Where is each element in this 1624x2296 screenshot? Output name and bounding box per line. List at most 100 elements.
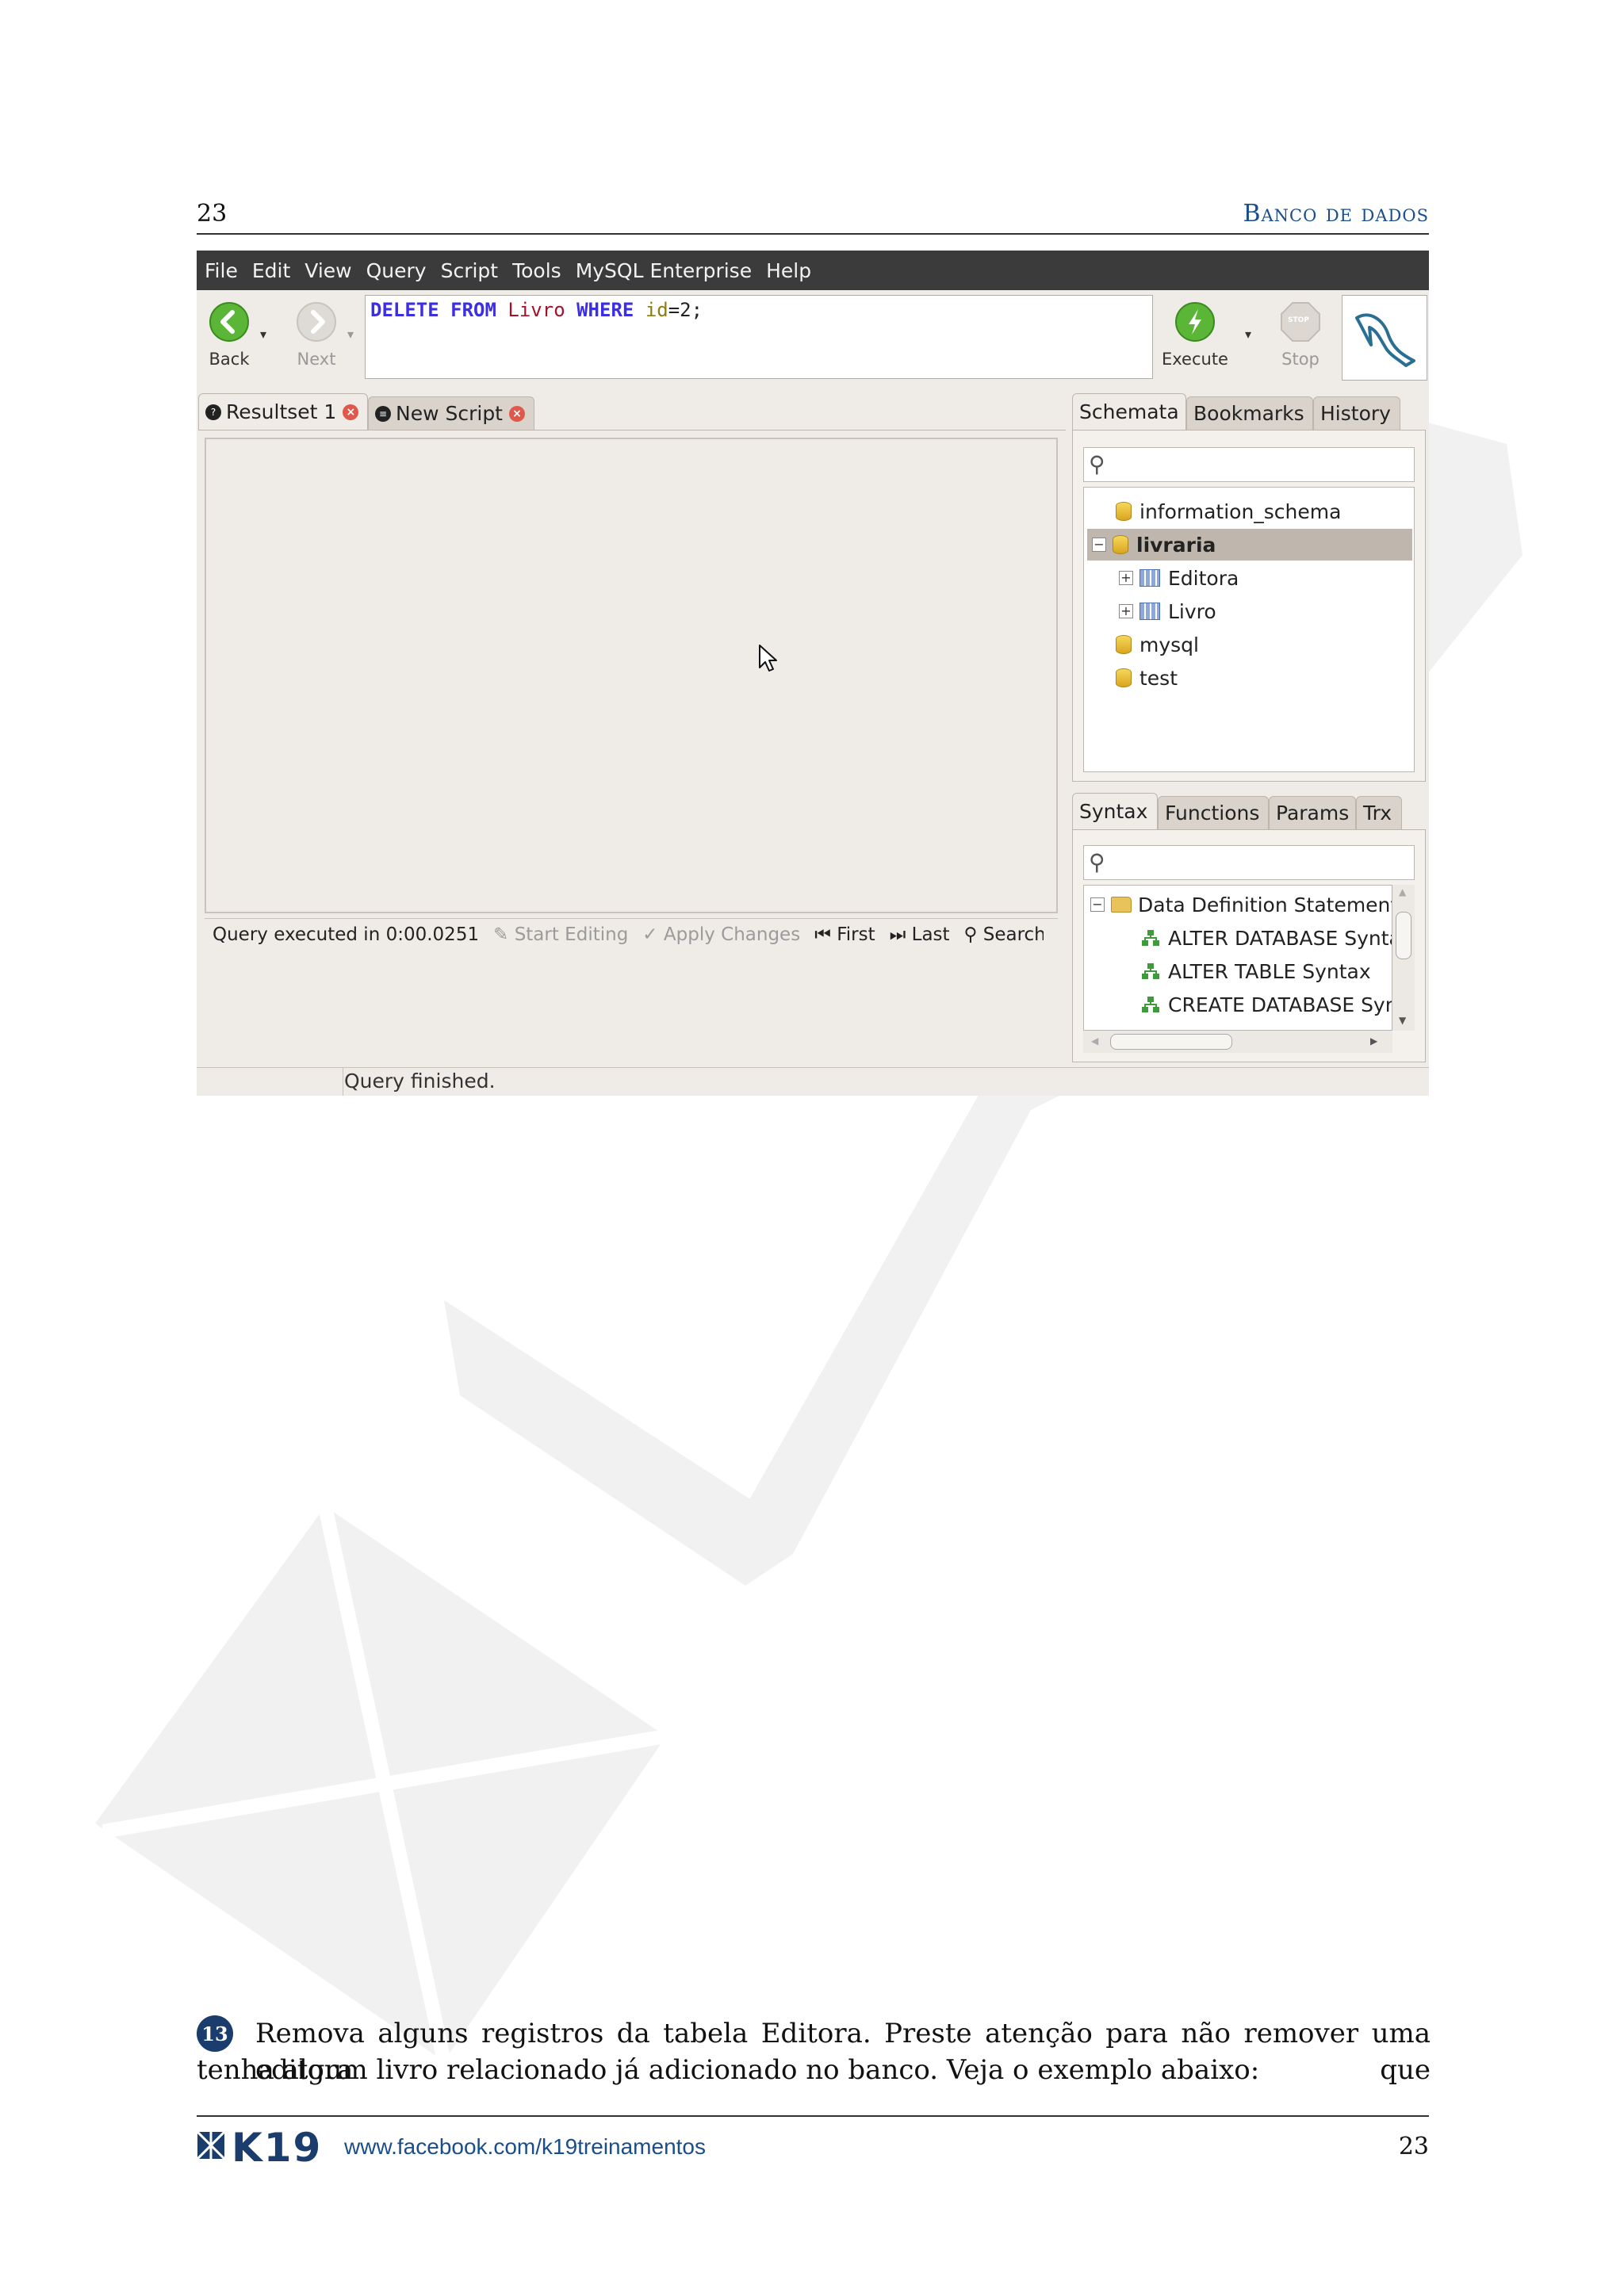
execute-dropdown-icon[interactable]: ▾ — [1245, 327, 1251, 342]
next-arrow-icon — [297, 302, 336, 342]
menu-mysql-enterprise[interactable]: MySQL Enterprise — [569, 259, 758, 282]
lightning-icon — [1175, 302, 1215, 342]
first-button[interactable]: ⏮ First — [814, 924, 875, 945]
mouse-cursor-icon — [759, 645, 777, 672]
tab-resultset-1[interactable]: ? Resultset 1 × — [198, 393, 368, 430]
execute-button[interactable]: Execute — [1158, 301, 1232, 369]
search-icon: ⚲ — [963, 924, 983, 945]
header-chapter-title: Banco de dados — [1243, 200, 1429, 228]
collapse-icon[interactable]: − — [1090, 897, 1105, 912]
first-record-icon: ⏮ — [814, 924, 837, 945]
menu-help[interactable]: Help — [760, 259, 818, 282]
close-icon[interactable]: × — [509, 405, 525, 422]
mysql-logo — [1342, 295, 1427, 381]
step-number-badge: 13 — [197, 2015, 233, 2052]
tree-item-create-database[interactable]: CREATE DATABASE Syntax — [1141, 989, 1392, 1020]
syntax-search-input[interactable]: ⚲ — [1083, 845, 1415, 880]
syntax-node-icon — [1142, 963, 1159, 979]
footer-page-number: 23 — [1398, 2133, 1429, 2160]
syntax-tree[interactable]: − Data Definition Statements ALTER DATAB… — [1083, 885, 1392, 1031]
search-icon: ⚲ — [1089, 849, 1105, 875]
scroll-up-icon[interactable]: ▲ — [1399, 886, 1406, 897]
tab-bookmarks[interactable]: Bookmarks — [1186, 396, 1313, 430]
k19-logo-text: K19 — [232, 2125, 323, 2171]
next-button[interactable]: Next — [289, 301, 344, 369]
back-dropdown-icon[interactable]: ▾ — [260, 327, 266, 342]
back-label: Back — [209, 350, 250, 369]
apply-changes-button[interactable]: ✓ Apply Changes — [642, 924, 800, 945]
tab-resultset-label: Resultset 1 — [226, 400, 337, 423]
scroll-thumb[interactable] — [1396, 912, 1411, 959]
menu-view[interactable]: View — [298, 259, 358, 282]
tab-params[interactable]: Params — [1269, 796, 1356, 829]
execute-label: Execute — [1162, 350, 1228, 369]
menu-edit[interactable]: Edit — [246, 259, 297, 282]
result-toolbar: Query executed in 0:00.0251 ✎ Start Edit… — [205, 918, 1058, 951]
status-text: Query finished. — [344, 1070, 496, 1093]
search-button[interactable]: ⚲ Search — [964, 924, 1044, 945]
menu-script[interactable]: Script — [435, 259, 505, 282]
tree-item-alter-table[interactable]: ALTER TABLE Syntax — [1141, 955, 1371, 987]
tab-schemata[interactable]: Schemata — [1072, 393, 1186, 430]
tab-new-script-label: New Script — [396, 402, 503, 425]
close-icon[interactable]: × — [343, 404, 359, 420]
last-button[interactable]: ⏭ Last — [890, 924, 950, 945]
header-rule — [197, 233, 1429, 235]
tree-item-alter-database[interactable]: ALTER DATABASE Syntax — [1141, 922, 1392, 954]
tree-item-test[interactable]: test — [1116, 662, 1178, 694]
header-page-number: 23 — [197, 200, 228, 228]
query-browser-window: File Edit View Query Script Tools MySQL … — [197, 251, 1429, 1096]
tree-item-mysql[interactable]: mysql — [1116, 629, 1199, 660]
database-icon — [1116, 635, 1132, 654]
menu-bar: File Edit View Query Script Tools MySQL … — [197, 251, 1429, 290]
database-icon — [1116, 668, 1132, 687]
syntax-horizontal-scrollbar[interactable]: ◀ ▶ — [1083, 1031, 1392, 1053]
tab-syntax[interactable]: Syntax — [1072, 793, 1158, 829]
script-icon: ≡ — [375, 405, 391, 422]
tab-new-script[interactable]: ≡ New Script × — [368, 396, 534, 430]
expand-icon[interactable]: + — [1119, 571, 1133, 585]
syntax-node-icon — [1142, 930, 1159, 946]
tab-functions[interactable]: Functions — [1158, 796, 1269, 829]
stop-icon-text: STOP — [1288, 316, 1309, 324]
menu-file[interactable]: File — [198, 259, 244, 282]
expand-icon[interactable]: + — [1119, 604, 1133, 618]
tree-item-livro[interactable]: + Livro — [1119, 595, 1216, 627]
folder-icon — [1111, 897, 1132, 913]
stop-button[interactable]: STOP Stop — [1275, 301, 1326, 369]
collapse-icon[interactable]: − — [1092, 538, 1106, 552]
start-editing-button[interactable]: ✎ Start Editing — [493, 924, 628, 945]
back-button[interactable]: Back — [201, 301, 257, 369]
menu-tools[interactable]: Tools — [506, 259, 568, 282]
last-record-icon: ⏭ — [889, 924, 912, 945]
syntax-node-icon — [1142, 997, 1159, 1012]
schemata-tree[interactable]: information_schema − livraria + Editora … — [1083, 487, 1415, 772]
tab-trx[interactable]: Trx — [1356, 796, 1402, 829]
tab-history[interactable]: History — [1313, 396, 1400, 430]
h-scroll-thumb[interactable] — [1110, 1034, 1232, 1050]
schemata-search-input[interactable]: ⚲ — [1083, 447, 1415, 482]
check-icon: ✓ — [642, 924, 664, 945]
scroll-down-icon[interactable]: ▼ — [1399, 1015, 1406, 1026]
tree-item-editora[interactable]: + Editora — [1119, 562, 1239, 594]
footer-url-link[interactable]: www.facebook.com/k19treinamentos — [344, 2134, 706, 2160]
table-icon — [1139, 569, 1160, 587]
table-icon — [1139, 603, 1160, 620]
tree-item-data-definition[interactable]: − Data Definition Statements — [1090, 889, 1392, 920]
k19-logo-mark-icon — [197, 2131, 225, 2160]
query-exec-time: Query executed in 0:00.0251 — [213, 924, 480, 945]
next-dropdown-icon[interactable]: ▾ — [347, 327, 354, 342]
pencil-icon: ✎ — [493, 924, 515, 945]
search-icon: ⚲ — [1089, 451, 1105, 477]
resultset-grid[interactable] — [205, 438, 1058, 913]
tree-item-information-schema[interactable]: information_schema — [1116, 496, 1341, 527]
menu-query[interactable]: Query — [360, 259, 433, 282]
footer-rule — [197, 2115, 1429, 2117]
scroll-left-icon[interactable]: ◀ — [1091, 1035, 1098, 1047]
tree-item-livraria[interactable]: − livraria — [1087, 529, 1412, 561]
syntax-vertical-scrollbar[interactable]: ▲ ▼ — [1392, 885, 1415, 1031]
dolphin-icon — [1355, 313, 1415, 367]
scroll-right-icon[interactable]: ▶ — [1370, 1035, 1377, 1047]
sql-editor[interactable]: DELETE FROM Livro WHERE id=2; — [365, 295, 1153, 379]
database-icon — [1116, 502, 1132, 521]
